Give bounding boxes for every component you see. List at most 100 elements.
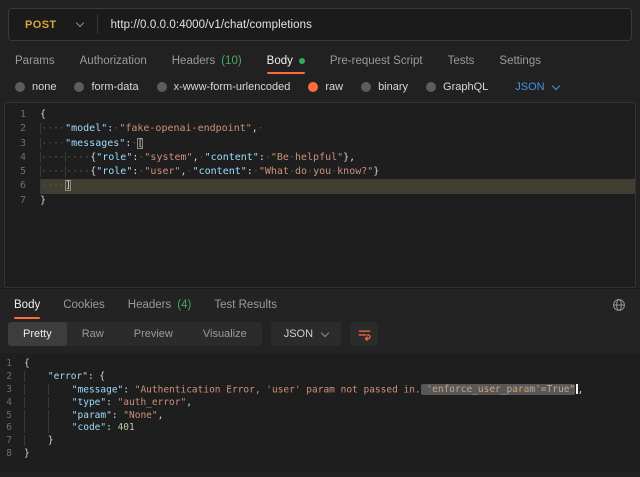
radio-circle-icon — [361, 82, 371, 92]
response-tab-test-results-label: Test Results — [214, 299, 277, 311]
request-tabs: Params Authorization Headers(10) Body Pre-re… — [0, 46, 640, 75]
view-mode-raw[interactable]: Raw — [67, 322, 119, 346]
request-language-selector[interactable]: JSON — [515, 81, 558, 93]
radio-circle-icon — [157, 82, 167, 92]
tab-pre-request-script-label: Pre-request Script — [330, 55, 423, 67]
radio-circle-icon — [308, 82, 318, 92]
response-tab-body[interactable]: Body — [14, 289, 40, 320]
line-number: 7 — [0, 435, 24, 448]
view-mode-pretty[interactable]: Pretty — [8, 322, 67, 346]
tab-pre-request-script[interactable]: Pre-request Script — [330, 46, 423, 75]
response-tab-cookies[interactable]: Cookies — [63, 289, 105, 320]
response-tab-headers[interactable]: Headers(4) — [128, 289, 192, 320]
radio-circle-icon — [426, 82, 436, 92]
json-punctuation: : — [112, 410, 123, 421]
json-punctuation: } — [24, 448, 30, 459]
json-string: "auth_error" — [118, 397, 187, 408]
indent-guide — [48, 410, 72, 421]
tab-authorization[interactable]: Authorization — [80, 46, 147, 75]
method-selector[interactable]: POST — [9, 19, 97, 31]
body-mode-raw[interactable]: raw — [308, 81, 343, 93]
request-pane: POST http://0.0.0.0:4000/v1/chat/complet… — [0, 0, 640, 288]
indent-guide: ···· — [40, 152, 65, 163]
response-language-selector[interactable]: JSON — [271, 322, 341, 346]
selected-text: 'enforce_user_param'=True" — [421, 384, 575, 395]
json-punctuation: : — [106, 397, 117, 408]
body-mode-graphql-label: GraphQL — [443, 81, 488, 93]
json-key: "messages" — [65, 138, 125, 149]
view-mode-visualize[interactable]: Visualize — [188, 322, 262, 346]
view-mode-preview[interactable]: Preview — [119, 322, 188, 346]
indent-guide: ···· — [40, 166, 65, 177]
code-line: 4········{"role":·"system",·"content":·"… — [5, 151, 635, 165]
json-punctuation: , — [578, 384, 584, 395]
line-content: { — [24, 358, 640, 371]
indent-guide: ···· — [65, 152, 90, 163]
json-string: "None" — [123, 410, 157, 421]
body-mode-binary-label: binary — [378, 81, 408, 93]
json-punctuation: } — [48, 435, 54, 446]
json-key: "message" — [72, 384, 123, 395]
json-string: "system" — [144, 152, 192, 163]
tab-params[interactable]: Params — [15, 46, 55, 75]
code-line: 1{ — [5, 108, 635, 122]
json-punctuation: }, — [343, 152, 355, 163]
indent-guide — [24, 397, 48, 408]
line-number: 5 — [0, 410, 24, 423]
code-line: 3····"messages":·[ — [5, 137, 635, 151]
line-content: ····"messages":·[ — [40, 137, 635, 151]
indent-guide — [48, 397, 72, 408]
body-mode-binary[interactable]: binary — [361, 81, 408, 93]
line-number: 7 — [5, 194, 40, 208]
tab-body[interactable]: Body — [267, 46, 305, 75]
response-tab-body-label: Body — [14, 299, 40, 311]
indent-guide — [48, 384, 72, 395]
body-mode-graphql[interactable]: GraphQL — [426, 81, 488, 93]
json-key: "code" — [72, 422, 106, 433]
wrap-lines-button[interactable] — [350, 322, 378, 346]
json-string: "Be — [271, 152, 289, 163]
json-string: "user" — [144, 166, 180, 177]
code-line: 1{ — [0, 358, 640, 371]
line-number: 8 — [0, 448, 24, 461]
body-mode-none[interactable]: none — [15, 81, 56, 93]
indent-guide — [24, 384, 48, 395]
response-body-editor[interactable]: 1{2 "error": {3 "message": "Authenticati… — [0, 353, 640, 472]
json-string: do — [295, 166, 307, 177]
code-line: 7 } — [0, 435, 640, 448]
line-content: ········{"role":·"user",·"content":·"Wha… — [40, 165, 635, 179]
line-content: } — [40, 194, 635, 208]
response-tab-cookies-label: Cookies — [63, 299, 105, 311]
indent-guide — [24, 422, 48, 433]
json-key: "role" — [96, 152, 132, 163]
json-key: "param" — [72, 410, 112, 421]
indent-guide: ···· — [40, 180, 65, 191]
body-mode-form-data[interactable]: form-data — [74, 81, 138, 93]
tab-settings[interactable]: Settings — [499, 46, 541, 75]
body-mode-row: none form-data x-www-form-urlencoded raw bin… — [0, 75, 640, 102]
divider — [97, 15, 98, 34]
json-string: helpful" — [295, 152, 343, 163]
green-dot-icon — [299, 58, 305, 64]
response-toolbar: PrettyRawPreviewVisualize JSON — [0, 320, 640, 353]
url-input[interactable]: http://0.0.0.0:4000/v1/chat/completions — [111, 19, 312, 31]
response-tab-test-results[interactable]: Test Results — [214, 289, 277, 320]
json-punctuation: , — [158, 410, 164, 421]
json-key: "role" — [96, 166, 132, 177]
line-content: ····] — [40, 179, 635, 193]
indent-guide: ···· — [40, 123, 65, 134]
tab-headers[interactable]: Headers(10) — [172, 46, 242, 75]
response-tabs-right — [612, 289, 626, 320]
body-mode-x-www-form-urlencoded[interactable]: x-www-form-urlencoded — [157, 81, 291, 93]
json-key: "content" — [205, 152, 259, 163]
line-content: } — [24, 435, 640, 448]
tab-tests[interactable]: Tests — [448, 46, 475, 75]
body-mode-raw-label: raw — [325, 81, 343, 93]
indent-guide — [24, 371, 48, 382]
line-number: 6 — [5, 179, 40, 193]
indent-guide — [24, 435, 48, 446]
code-line: 8} — [0, 448, 640, 461]
json-string: "What — [259, 166, 289, 177]
request-body-editor[interactable]: 1{2····"model":·"fake-openai-endpoint",·… — [4, 102, 636, 288]
code-line: 7} — [5, 194, 635, 208]
